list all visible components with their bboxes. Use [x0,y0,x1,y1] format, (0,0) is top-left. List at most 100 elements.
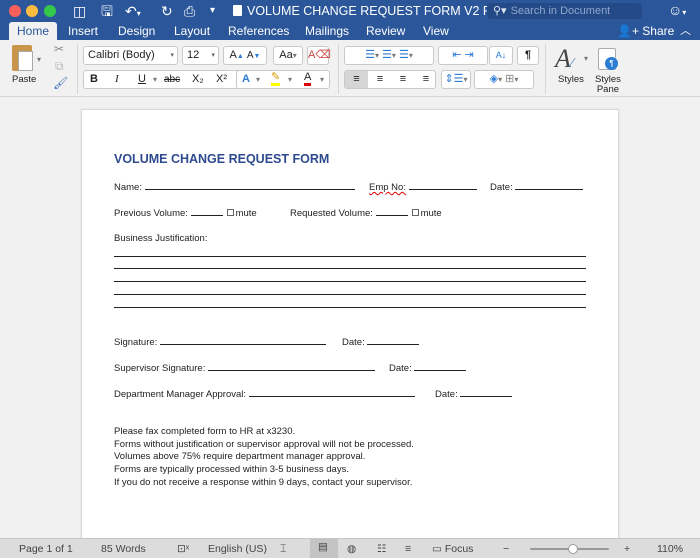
chevron-down-icon[interactable]: ▾ [256,71,260,88]
decrease-indent-button[interactable]: ⇤ [452,49,461,61]
paste-dropdown-icon[interactable]: ▾ [37,55,41,64]
format-painter-icon[interactable]: 🖌 [53,76,68,90]
redo-icon[interactable]: ↻ [161,2,173,20]
italic-button[interactable]: I [115,71,119,88]
subscript-button[interactable]: X₂ [192,71,204,88]
tab-layout[interactable]: Layout [166,22,218,40]
tab-references[interactable]: References [220,22,297,40]
supervisor-signature-field[interactable] [208,362,375,371]
justify-button[interactable]: ≡ [415,71,437,88]
print-icon[interactable]: ⎙ [184,2,195,20]
underline-button[interactable]: U [138,71,146,88]
undo-icon[interactable]: ↶▾ [125,2,141,23]
minimize-window-button[interactable] [26,5,38,17]
numbering-button[interactable]: ☰▾ [382,49,396,61]
tab-design[interactable]: Design [110,22,163,40]
grow-font-button[interactable]: A▲ [230,49,244,61]
change-case-button[interactable]: Aa▾ [273,46,303,65]
font-name-select[interactable]: Calibri (Body) ▾ [83,46,178,65]
bullets-button[interactable]: ☰▾ [365,49,379,61]
web-layout-icon[interactable]: ◍ [347,542,356,556]
sidebar-icon[interactable]: ◫ [73,2,86,20]
signature-date-field[interactable] [367,336,420,345]
zoom-slider-knob[interactable] [568,544,579,554]
feedback-smiley-icon[interactable]: ☺▾ [668,2,686,18]
shrink-font-button[interactable]: A▼ [247,50,261,61]
search-in-document[interactable]: ⚲▾ Search in Document [487,3,642,19]
chevron-down-icon[interactable]: ▾ [320,71,324,88]
close-window-button[interactable] [9,5,21,17]
requested-volume-field[interactable] [375,207,408,216]
show-formatting-button[interactable]: ¶ [517,46,539,65]
previous-volume-field[interactable] [190,207,223,216]
font-size-select[interactable]: 12 ▾ [182,46,219,65]
customize-toolbar-icon[interactable]: ▾ [210,2,215,20]
styles-pane-icon[interactable] [598,48,618,70]
language[interactable]: English (US) [208,542,267,556]
strikethrough-button[interactable]: abc [164,71,180,88]
requested-mute-checkbox[interactable] [411,209,419,216]
print-layout-view-button[interactable]: ▤ [310,539,338,558]
shading-icon[interactable]: ◈ [490,73,498,85]
zoom-level[interactable]: 110% [657,542,683,556]
borders-icon[interactable]: ⊞ [505,73,514,85]
previous-mute-checkbox[interactable] [226,209,234,216]
justification-line[interactable] [114,294,586,295]
superscript-button[interactable]: X² [216,71,227,88]
zoom-out-button[interactable]: − [503,542,509,556]
manager-date-field[interactable] [460,388,513,397]
page-count[interactable]: Page 1 of 1 [19,542,73,556]
name-field[interactable] [144,181,355,190]
track-changes-icon[interactable]: ⌶ [280,542,286,556]
chevron-down-icon[interactable]: ▾ [584,54,588,63]
collapse-ribbon-icon[interactable]: ︿ [680,22,691,40]
tab-insert[interactable]: Insert [60,22,106,40]
proofing-icon[interactable]: ⊡ˣ [177,542,189,556]
tab-view[interactable]: View [415,22,457,40]
zoom-window-button[interactable] [44,5,56,17]
highlight-icon[interactable]: ✎ [271,71,281,86]
paste-icon[interactable] [12,45,33,71]
document-page[interactable]: VOLUME CHANGE REQUEST FORM Name: Emp No:… [81,109,619,538]
save-icon[interactable]: 🖫 [101,2,113,20]
draft-view-icon[interactable]: ≡ [405,542,411,556]
cut-icon[interactable]: ✂ [54,42,64,56]
requested-volume-row: Requested Volume: mute [290,207,442,220]
supervisor-date-field[interactable] [414,362,467,371]
sort-button[interactable]: A↓ [489,46,513,65]
chevron-down-icon[interactable]: ▾ [288,71,292,88]
copy-icon[interactable]: ⧉ [55,59,64,74]
date-field[interactable] [515,181,584,190]
text-effects-button[interactable]: A [242,71,250,88]
justification-line[interactable] [114,256,586,257]
justification-line[interactable] [114,281,586,282]
justification-line[interactable] [114,268,586,269]
emp-no-field[interactable] [408,181,477,190]
zoom-slider[interactable] [530,544,609,554]
align-right-button[interactable]: ≡ [392,71,414,88]
document-area[interactable]: VOLUME CHANGE REQUEST FORM Name: Emp No:… [0,97,700,538]
tab-review[interactable]: Review [358,22,413,40]
bold-button[interactable]: B [90,71,98,88]
word-count[interactable]: 85 Words [101,542,146,556]
increase-indent-button[interactable]: ⇥ [465,49,474,61]
share-button[interactable]: 👤+ Share [617,22,674,40]
signature-field[interactable] [159,336,326,345]
align-center-button[interactable]: ≡ [369,71,391,88]
styles-pane-label[interactable]: Styles Pane [595,75,621,95]
manager-approval-field[interactable] [248,388,415,397]
line-spacing-button[interactable]: ⇕☰▾ [441,70,471,89]
focus-button[interactable]: ▭ Focus [432,542,473,556]
name-row: Name: [114,181,355,194]
tab-mailings[interactable]: Mailings [297,22,357,40]
zoom-in-button[interactable]: + [624,542,630,556]
clear-formatting-button[interactable]: A⌫ [307,46,331,65]
outline-view-icon[interactable]: ☷ [377,542,386,556]
underline-dropdown-icon[interactable]: ▾ [153,71,157,88]
font-color-button[interactable]: A [304,71,312,86]
styles-label[interactable]: Styles [558,75,584,85]
justification-line[interactable] [114,307,586,308]
tab-home[interactable]: Home [9,22,58,40]
multilevel-list-button[interactable]: ☰▾ [399,49,413,61]
align-left-button[interactable]: ≡ [345,71,368,88]
